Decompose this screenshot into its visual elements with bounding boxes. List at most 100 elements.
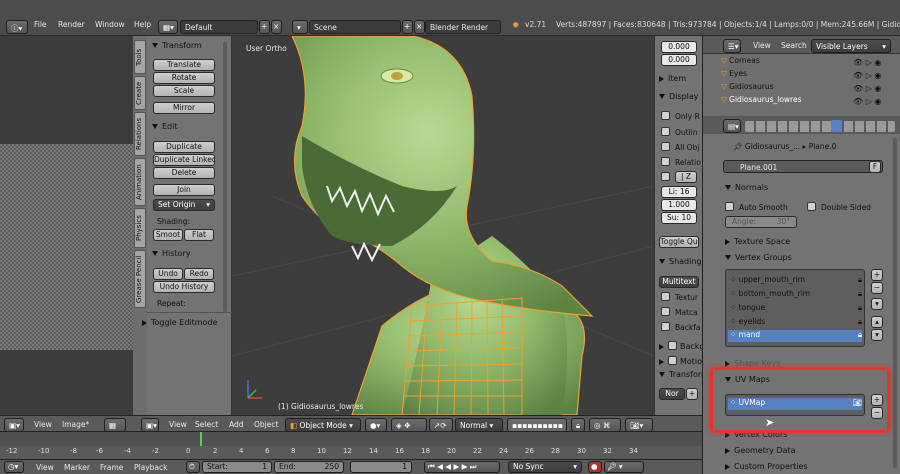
tab-physics[interactable]: Physics	[134, 208, 146, 248]
uv-menu-image[interactable]: Image*	[62, 420, 89, 429]
add-layout-icon[interactable]: +	[259, 20, 270, 34]
preview-range-icon[interactable]: ⏱	[186, 461, 200, 473]
outliner-row-gidiosaurus-lowres[interactable]: ▽ Gidiosaurus_lowres	[721, 95, 801, 107]
auto-smooth-angle-field[interactable]: Angle: 30°	[725, 216, 797, 228]
viewport-menu-view[interactable]: View	[169, 420, 187, 429]
layer-buttons[interactable]: ▪▪▪▪▪▪▪▪▪▪	[507, 418, 567, 432]
value-field-2[interactable]: 0.000	[661, 54, 697, 66]
menu-window[interactable]: Window	[95, 20, 125, 34]
mesh-datablock-field[interactable]: Plane.001	[723, 160, 883, 173]
mirror-button[interactable]: Mirror	[153, 102, 215, 114]
set-origin-dropdown[interactable]: Set Origin ▾	[153, 199, 215, 211]
outliner-menu-search[interactable]: Search	[781, 41, 807, 50]
toggle-editmode-panel-header[interactable]: Toggle Editmode	[142, 318, 217, 327]
shade-smooth-button[interactable]: Smoot	[153, 229, 183, 241]
history-panel-header[interactable]: History	[152, 249, 190, 258]
grid-scale-field[interactable]: 1.000	[661, 199, 697, 211]
vertex-group-bottom-mouth-rim[interactable]: ⁘ bottom_mouth_rim 🔒︎	[730, 289, 862, 301]
fake-user-button[interactable]: F	[869, 161, 881, 173]
outliner-row-corneas[interactable]: ▽ Corneas	[721, 56, 760, 68]
undo-history-button[interactable]: Undo History	[153, 281, 215, 293]
tab-grease-pencil[interactable]: Grease Pencil	[134, 250, 146, 308]
join-button[interactable]: Join	[153, 184, 215, 196]
timeline-menu-marker[interactable]: Marker	[64, 463, 90, 472]
outline-checkbox[interactable]: ✓	[661, 127, 670, 137]
shade-flat-button[interactable]: Flat	[184, 229, 214, 241]
render-engine-select[interactable]: Blender Render	[425, 20, 501, 34]
outliner-editor-type-icon[interactable]: ☰▾	[723, 39, 741, 53]
grid-checkbox[interactable]: ✓	[661, 172, 670, 182]
tab-animation[interactable]: Animation	[134, 158, 146, 206]
backface-checkbox[interactable]: ✓	[661, 322, 670, 332]
menu-help[interactable]: Help	[134, 20, 151, 34]
uv-editor-type-icon[interactable]: ▣▾	[4, 418, 24, 432]
end-frame-field[interactable]: End: 250	[274, 461, 344, 473]
vertex-group-eyelids[interactable]: ⁘ eyelids 🔒︎	[730, 317, 862, 329]
duplicate-button[interactable]: Duplicate	[153, 141, 215, 153]
viewport-menu-object[interactable]: Object	[254, 420, 278, 429]
outliner-row-eyes[interactable]: ▽ Eyes	[721, 69, 747, 81]
scale-button[interactable]: Scale	[153, 85, 215, 97]
property-context-tabs[interactable]	[745, 121, 895, 132]
grid-lines-field[interactable]: Li: 16	[661, 186, 697, 198]
vertex-group-upper-mouth-rim[interactable]: ⁘ upper_mouth_rim 🔒︎	[730, 275, 862, 287]
menu-render[interactable]: Render	[58, 20, 85, 34]
render-preview-icons[interactable]: 📷︎▾	[625, 418, 653, 432]
viewport-menu-add[interactable]: Add	[229, 420, 244, 429]
background-panel-header[interactable]: Backg	[659, 340, 705, 351]
viewport-menu-select[interactable]: Select	[195, 420, 218, 429]
edit-panel-header[interactable]: Edit	[152, 122, 178, 131]
vertex-group-list[interactable]: ⁘ upper_mouth_rim 🔒︎ ⁘ bottom_mouth_rim 🔒︎…	[725, 269, 865, 347]
timeline-editor-type-icon[interactable]: ◷▾	[4, 461, 24, 473]
pivot-manipulator-icons[interactable]: ◈ ✥	[391, 418, 427, 432]
double-sided-checkbox[interactable]	[807, 202, 816, 211]
only-render-checkbox[interactable]	[661, 111, 670, 120]
shading-panel-header[interactable]: Shading	[659, 257, 702, 266]
keying-set-icons[interactable]: 🔑︎ ▾	[604, 461, 644, 473]
material-mode-select[interactable]: Multitext	[659, 276, 699, 288]
viewport-shading-icon[interactable]: ●▾	[365, 418, 387, 432]
3d-viewport[interactable]: User Ortho (1) Gidiosaurus_lowres	[232, 36, 654, 415]
outliner-filter-select[interactable]: Visible Layers ▾	[811, 39, 891, 53]
move-up-button[interactable]: ▴	[871, 316, 883, 328]
vertex-group-mand[interactable]: ⁘ mand 🔒︎	[728, 330, 862, 342]
redo-button[interactable]: Redo	[184, 268, 214, 280]
axis-toggle[interactable]: | Z	[675, 171, 697, 183]
transform-panel-header[interactable]: Transform	[152, 41, 202, 50]
normals-panel-header[interactable]: Normals	[725, 183, 768, 192]
orientation-select[interactable]: Normal ▾	[455, 418, 503, 432]
add-orientation-button[interactable]: +	[686, 388, 698, 400]
sync-mode-select[interactable]: No Sync ▾	[508, 461, 582, 473]
relations-checkbox[interactable]: ✓	[661, 157, 670, 167]
delete-button[interactable]: Delete	[153, 167, 215, 179]
value-field-1[interactable]: 0.000	[661, 41, 697, 53]
display-panel-header[interactable]: Display	[659, 92, 699, 101]
image-browse-icon[interactable]: ▦	[104, 418, 126, 432]
playback-controls[interactable]: ⏮ ◀ ◀ ▶ ▶ ⏭	[424, 461, 500, 473]
texture-space-panel-header[interactable]: Texture Space	[725, 237, 790, 246]
menu-file[interactable]: File	[34, 20, 47, 34]
proportional-edit-icons[interactable]: ◎ ⌘	[589, 418, 621, 432]
item-panel-header[interactable]: Item	[659, 74, 686, 83]
add-scene-icon[interactable]: +	[402, 20, 413, 34]
motion-panel-header[interactable]: Motio	[659, 355, 702, 366]
remove-scene-icon[interactable]: ×	[414, 20, 425, 34]
visibility-icons[interactable]: 👁︎ ▷ ◉ 👁︎ ▷ ◉ 👁︎ ▷ ◉ 👁︎ ▷ ◉	[853, 56, 893, 108]
screen-layout-field[interactable]: Default	[180, 20, 258, 34]
record-icon[interactable]: ●	[588, 461, 602, 473]
timeline-menu-frame[interactable]: Frame	[100, 463, 123, 472]
tab-tools[interactable]: Tools	[134, 40, 146, 74]
properties-editor-type-icon[interactable]: ▤▾	[723, 119, 741, 133]
auto-smooth-checkbox[interactable]	[725, 202, 734, 211]
duplicate-linked-button[interactable]: Duplicate Linked	[153, 154, 215, 166]
undo-button[interactable]: Undo	[153, 268, 183, 280]
textured-solid-checkbox[interactable]	[661, 292, 670, 301]
add-vertex-group-button[interactable]: +	[871, 269, 883, 281]
screen-layout-icon[interactable]: ▦▾	[158, 20, 178, 34]
tool-shelf-scrollbar[interactable]	[223, 42, 227, 312]
viewport-editor-type-icon[interactable]: ▣▾	[141, 418, 159, 432]
remove-layout-icon[interactable]: ×	[271, 20, 282, 34]
scene-field[interactable]: Scene	[309, 20, 401, 34]
uv-menu-view[interactable]: View	[34, 420, 52, 429]
outliner-row-gidiosaurus[interactable]: ▽ Gidiosaurus	[721, 82, 774, 94]
